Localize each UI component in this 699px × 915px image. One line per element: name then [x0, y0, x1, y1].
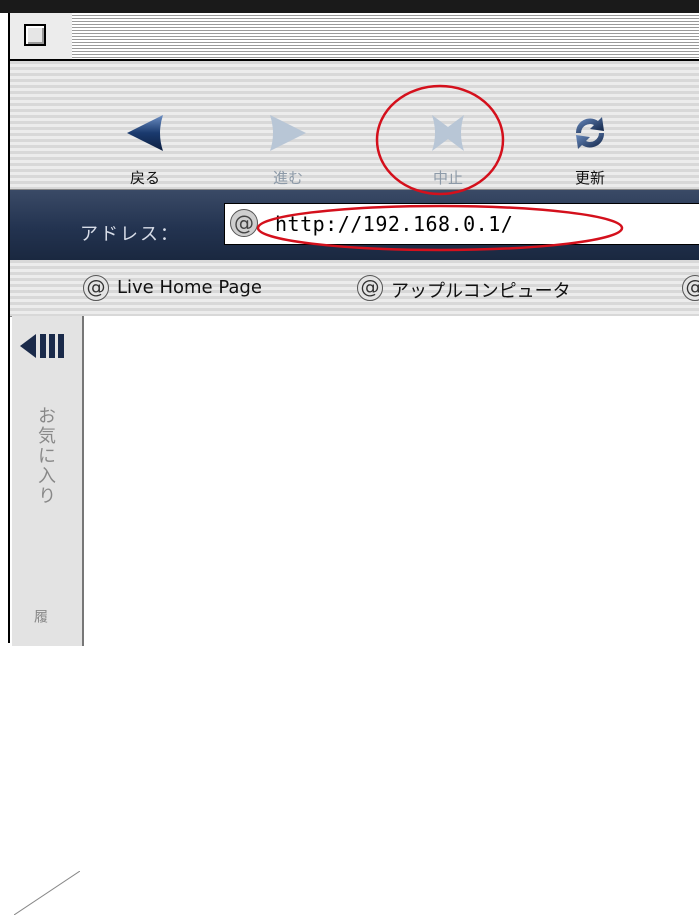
page-content — [84, 316, 699, 646]
favorites-tab-label[interactable]: お気に入り — [32, 406, 58, 506]
side-tab[interactable]: お気に入り — [12, 316, 84, 915]
title-bar[interactable] — [10, 13, 699, 61]
favorite-label: Live Home Page — [117, 277, 262, 298]
at-icon: @ — [357, 275, 383, 301]
at-icon: @ — [682, 275, 699, 301]
refresh-arrows-icon — [575, 117, 605, 149]
left-arrow-icon — [127, 115, 163, 151]
at-icon: @ — [83, 275, 109, 301]
right-arrow-icon — [270, 115, 306, 151]
refresh-button[interactable]: 更新 — [550, 71, 630, 187]
close-box-icon[interactable] — [24, 24, 46, 46]
stop-button: 中止 — [408, 71, 488, 187]
history-tab-label[interactable]: 履 — [30, 609, 50, 623]
forward-button: 進む — [248, 71, 328, 187]
back-label: 戻る — [129, 169, 160, 187]
browser-window: 戻る 進む 中止 更新 アドレス： @ http://192.168.0.1/ … — [8, 13, 699, 915]
address-value[interactable]: http://192.168.0.1/ — [275, 212, 513, 236]
back-button[interactable]: 戻る — [105, 71, 185, 187]
address-bar: アドレス： @ http://192.168.0.1/ — [10, 190, 699, 260]
x-icon — [432, 115, 464, 151]
top-border — [0, 0, 699, 13]
refresh-label: 更新 — [574, 169, 605, 187]
toolbar: 戻る 進む 中止 更新 — [10, 61, 699, 190]
at-icon[interactable]: @ — [230, 209, 258, 237]
forward-label: 進む — [272, 169, 303, 187]
address-label: アドレス： — [80, 224, 180, 245]
favorite-label: アップルコンピュータ — [391, 281, 571, 302]
collapse-arrow-icon[interactable] — [18, 326, 78, 366]
stop-label: 中止 — [432, 169, 463, 187]
address-field[interactable]: @ http://192.168.0.1/ — [224, 203, 699, 245]
favorites-bar: @ Live Home Page @ アップルコンピュータ @ — [10, 260, 699, 317]
